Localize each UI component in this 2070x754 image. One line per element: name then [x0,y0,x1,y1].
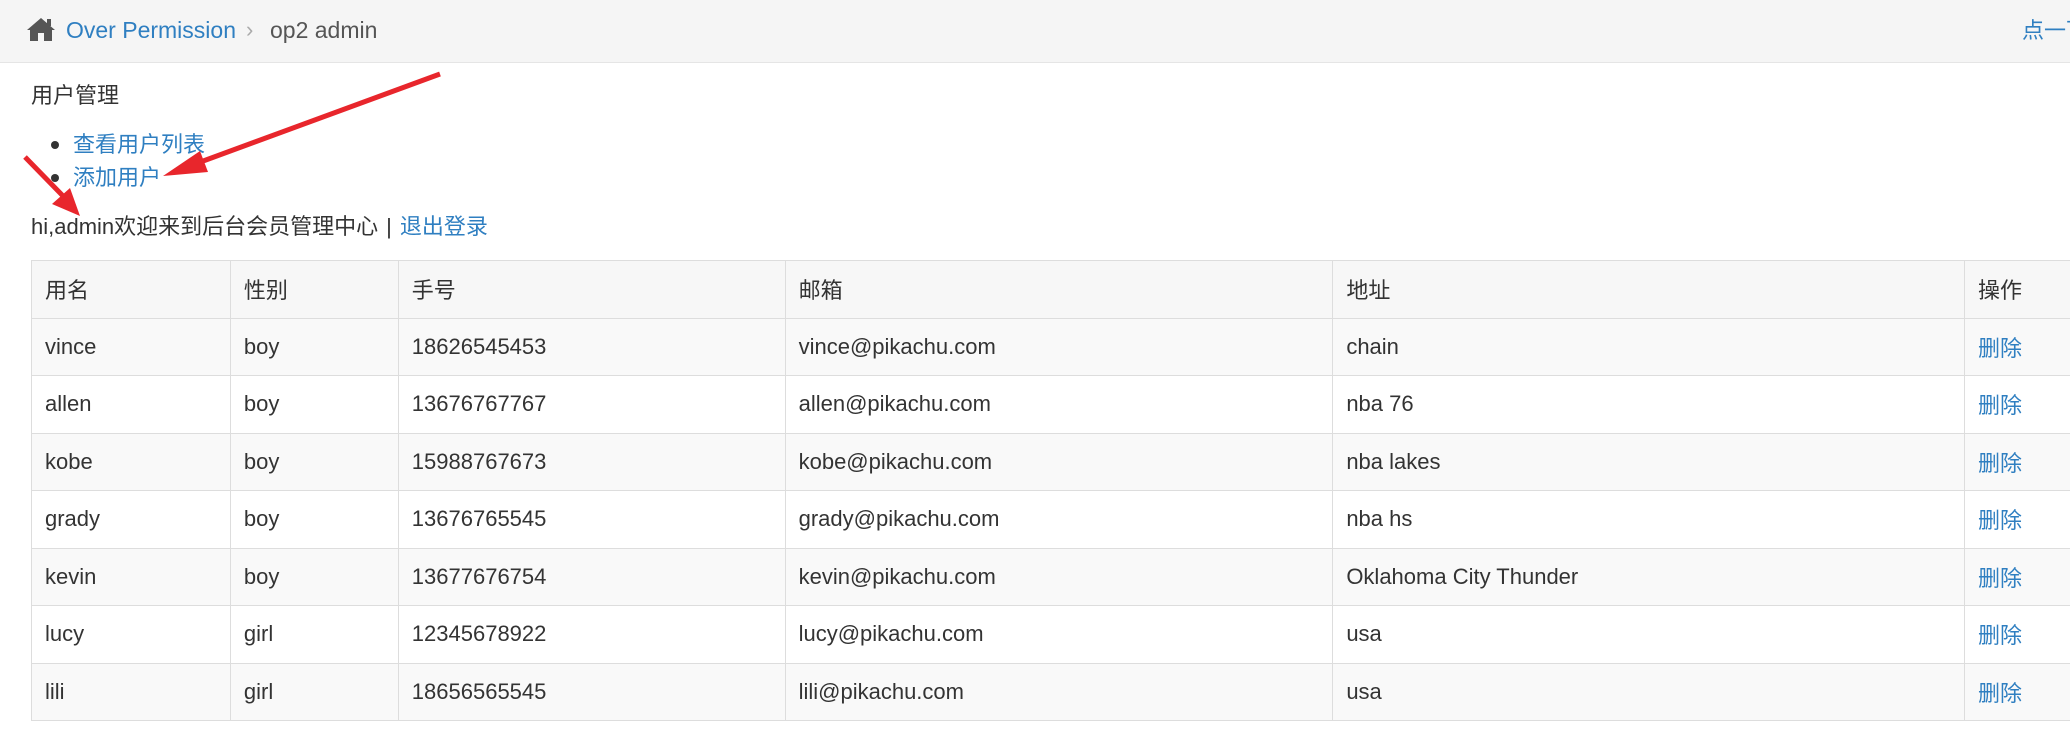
cell-action: 删除 [1963,375,2070,434]
column-header-gender: 性别 [229,260,399,319]
cell-address: usa [1332,662,1965,721]
column-header-email: 邮箱 [784,260,1334,319]
breadcrumb-link-over-permission[interactable]: Over Permission [66,14,236,46]
welcome-separator: | [386,214,392,239]
cell-phone: 18656565545 [397,662,786,721]
welcome-text: hi,admin欢迎来到后台会员管理中心 [31,214,379,239]
table-row: grady boy 13676765545 grady@pikachu.com … [31,490,2070,549]
cell-phone: 12345678922 [397,605,786,664]
cell-email: lili@pikachu.com [784,662,1334,721]
welcome-bar: hi,admin欢迎来到后台会员管理中心 | 退出登录 [31,211,488,243]
users-table: 用名 性别 手号 邮箱 地址 操作 vince boy 18626545453 … [31,260,2070,721]
cell-phone: 15988767673 [397,432,786,491]
delete-link[interactable]: 删除 [1978,508,2022,533]
cell-phone: 13676765545 [397,490,786,549]
cell-email: lucy@pikachu.com [784,605,1334,664]
column-header-username: 用名 [31,260,231,319]
cell-action: 删除 [1963,490,2070,549]
logout-link[interactable]: 退出登录 [400,214,488,239]
table-row: lucy girl 12345678922 lucy@pikachu.com u… [31,605,2070,664]
hint-link[interactable]: 点一下提示 [2022,15,2070,47]
table-row: kevin boy 13677676754 kevin@pikachu.com … [31,547,2070,606]
cell-gender: boy [229,317,399,376]
delete-link[interactable]: 删除 [1978,623,2022,648]
page: Over Permission › op2 admin 点一下提示 用户管理 查… [0,0,2070,754]
delete-link[interactable]: 删除 [1978,336,2022,361]
cell-email: vince@pikachu.com [784,317,1334,376]
cell-gender: boy [229,490,399,549]
user-menu: 查看用户列表 添加用户 [47,128,205,194]
cell-gender: boy [229,547,399,606]
cell-address: chain [1332,317,1965,376]
menu-item-view-users: 查看用户列表 [47,128,205,161]
cell-action: 删除 [1963,432,2070,491]
cell-address: Oklahoma City Thunder [1332,547,1965,606]
cell-email: kevin@pikachu.com [784,547,1334,606]
cell-email: kobe@pikachu.com [784,432,1334,491]
cell-action: 删除 [1963,662,2070,721]
cell-gender: boy [229,375,399,434]
cell-phone: 13677676754 [397,547,786,606]
delete-link[interactable]: 删除 [1978,451,2022,476]
table-row: kobe boy 15988767673 kobe@pikachu.com nb… [31,432,2070,491]
column-header-phone: 手号 [397,260,786,319]
delete-link[interactable]: 删除 [1978,566,2022,591]
table-row: lili girl 18656565545 lili@pikachu.com u… [31,662,2070,721]
cell-username: lucy [31,605,231,664]
breadcrumb: Over Permission › op2 admin 点一下提示 [0,0,2070,63]
cell-username: kobe [31,432,231,491]
cell-email: grady@pikachu.com [784,490,1334,549]
breadcrumb-current: op2 admin [270,17,378,43]
cell-gender: girl [229,605,399,664]
cell-phone: 13676767767 [397,375,786,434]
section-title: 用户管理 [31,83,120,108]
cell-address: nba lakes [1332,432,1965,491]
breadcrumb-separator: › [246,17,254,42]
cell-action: 删除 [1963,547,2070,606]
column-header-address: 地址 [1332,260,1965,319]
cell-address: usa [1332,605,1965,664]
cell-address: nba 76 [1332,375,1965,434]
cell-action: 删除 [1963,605,2070,664]
column-header-action: 操作 [1963,260,2070,319]
cell-username: vince [31,317,231,376]
cell-gender: girl [229,662,399,721]
cell-username: lili [31,662,231,721]
cell-address: nba hs [1332,490,1965,549]
table-row: vince boy 18626545453 vince@pikachu.com … [31,317,2070,376]
view-users-link[interactable]: 查看用户列表 [73,132,205,157]
add-user-link[interactable]: 添加用户 [73,165,161,190]
home-icon[interactable] [26,16,56,42]
table-header-row: 用名 性别 手号 邮箱 地址 操作 [31,260,2070,319]
cell-email: allen@pikachu.com [784,375,1334,434]
cell-action: 删除 [1963,317,2070,376]
cell-phone: 18626545453 [397,317,786,376]
menu-item-add-user: 添加用户 [47,161,205,194]
delete-link[interactable]: 删除 [1978,393,2022,418]
cell-username: allen [31,375,231,434]
table-row: allen boy 13676767767 allen@pikachu.com … [31,375,2070,434]
cell-username: grady [31,490,231,549]
cell-username: kevin [31,547,231,606]
delete-link[interactable]: 删除 [1978,681,2022,706]
cell-gender: boy [229,432,399,491]
